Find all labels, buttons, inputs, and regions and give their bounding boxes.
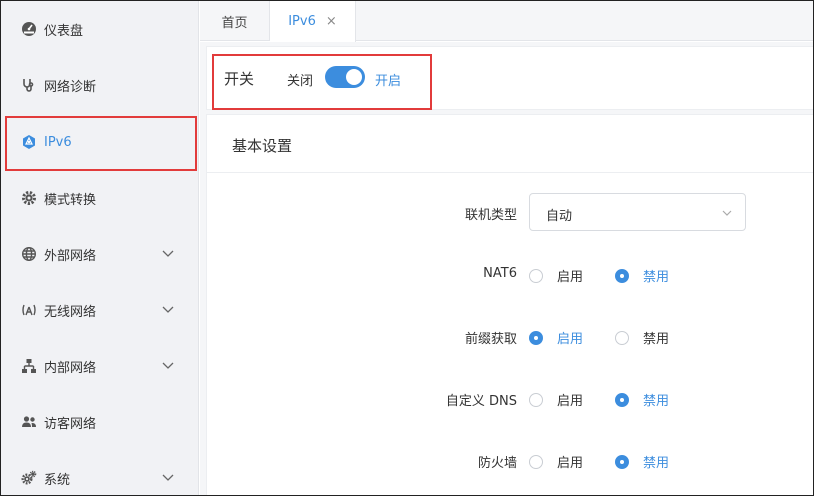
sidebar-item-guest-network[interactable]: 访客网络 (1, 394, 199, 450)
divider (207, 172, 813, 173)
chevron-down-icon (722, 210, 732, 216)
firewall-enable-radio[interactable]: 启用 (529, 452, 583, 471)
tab-label: IPv6 (288, 14, 316, 29)
lan-icon (20, 357, 38, 375)
radio-dot (529, 454, 543, 469)
radio-dot (529, 268, 543, 283)
section-title: 基本设置 (232, 137, 293, 155)
main-content: 开关 关闭 开启 基本设置 联机类型 自动 NAT6 启用 禁用 前缀获取 启用… (200, 42, 813, 495)
custom-dns-label: 自定义 DNS (445, 394, 517, 409)
prefix-enable-radio[interactable]: 启用 (529, 328, 583, 347)
sidebar-item-label: 内部网络 (44, 360, 97, 376)
firewall-disable-radio[interactable]: 禁用 (615, 452, 669, 471)
sidebar-item-label: 无线网络 (44, 304, 97, 320)
prefix-label: 前缀获取 (464, 332, 517, 347)
sidebar-item-label: IPv6 (44, 134, 72, 150)
radio-label: 启用 (557, 332, 584, 347)
nat6-label: NAT6 (483, 266, 517, 281)
ipv6-network-icon (20, 133, 38, 151)
radio-label: 禁用 (643, 270, 670, 285)
radio-label: 禁用 (643, 456, 670, 471)
app-frame: 仪表盘 网络诊断 IPv6 模式转换 外部网络 无线网络 内部网络 访客网络 系… (0, 0, 814, 496)
radio-dot (529, 330, 543, 345)
tab-bar: 首页 IPv6 × (200, 1, 813, 42)
close-icon[interactable]: × (326, 14, 337, 29)
radio-dot (615, 392, 629, 407)
sidebar-item-label: 访客网络 (44, 416, 97, 432)
radio-dot (615, 454, 629, 469)
radio-dot (529, 392, 543, 407)
sidebar-item-label: 外部网络 (44, 248, 97, 264)
users-icon (20, 413, 38, 431)
sidebar-item-dashboard[interactable]: 仪表盘 (1, 1, 199, 57)
sidebar-item-label: 网络诊断 (44, 79, 97, 95)
globe-icon (20, 245, 38, 263)
radio-label: 启用 (557, 394, 584, 409)
sidebar-item-label: 系统 (44, 472, 71, 488)
sidebar: 仪表盘 网络诊断 IPv6 模式转换 外部网络 无线网络 内部网络 访客网络 系… (1, 1, 199, 495)
sidebar-item-external-network[interactable]: 外部网络 (1, 226, 199, 282)
custom-dns-disable-radio[interactable]: 禁用 (615, 390, 669, 409)
stethoscope-icon (20, 76, 38, 94)
custom-dns-enable-radio[interactable]: 启用 (529, 390, 583, 409)
chevron-down-icon (162, 306, 174, 313)
switch-title: 开关 (224, 70, 255, 88)
wifi-antenna-icon (20, 301, 38, 319)
select-value: 自动 (546, 209, 573, 224)
sidebar-item-mode-switch[interactable]: 模式转换 (1, 170, 199, 226)
chevron-down-icon (162, 250, 174, 257)
nat6-enable-radio[interactable]: 启用 (529, 266, 583, 285)
radio-label: 启用 (557, 456, 584, 471)
nat6-disable-radio[interactable]: 禁用 (615, 266, 669, 285)
switch-off-label[interactable]: 关闭 (287, 70, 313, 89)
gear-icon (20, 189, 38, 207)
tab-label: 首页 (221, 15, 248, 31)
firewall-label: 防火墙 (477, 456, 517, 471)
radio-dot (615, 330, 629, 345)
sidebar-item-system[interactable]: 系统 (1, 450, 199, 495)
connection-type-select[interactable]: 自动 (529, 193, 746, 231)
sidebar-item-label: 模式转换 (44, 192, 97, 208)
sidebar-item-internal-network[interactable]: 内部网络 (1, 338, 199, 394)
tab-home[interactable]: 首页 (200, 1, 270, 41)
gears-icon (20, 469, 38, 487)
sidebar-item-wireless-network[interactable]: 无线网络 (1, 282, 199, 338)
radio-dot (615, 268, 629, 283)
radio-label: 禁用 (643, 394, 670, 409)
sidebar-item-ipv6[interactable]: IPv6 (1, 114, 199, 170)
chevron-down-icon (162, 362, 174, 369)
prefix-disable-radio[interactable]: 禁用 (615, 328, 669, 347)
connection-type-label: 联机类型 (464, 208, 517, 223)
radio-label: 启用 (557, 270, 584, 285)
sidebar-item-network-diagnosis[interactable]: 网络诊断 (1, 57, 199, 113)
ipv6-toggle[interactable] (325, 66, 365, 88)
sidebar-item-label: 仪表盘 (44, 23, 84, 39)
chevron-down-icon (162, 474, 174, 481)
dashboard-icon (20, 20, 38, 38)
switch-on-label[interactable]: 开启 (375, 70, 401, 89)
basic-settings-card: 基本设置 联机类型 自动 NAT6 启用 禁用 前缀获取 启用 禁用 自定义 D… (206, 114, 813, 495)
toggle-knob (346, 69, 362, 85)
radio-label: 禁用 (643, 332, 670, 347)
tab-ipv6[interactable]: IPv6 × (270, 1, 356, 42)
